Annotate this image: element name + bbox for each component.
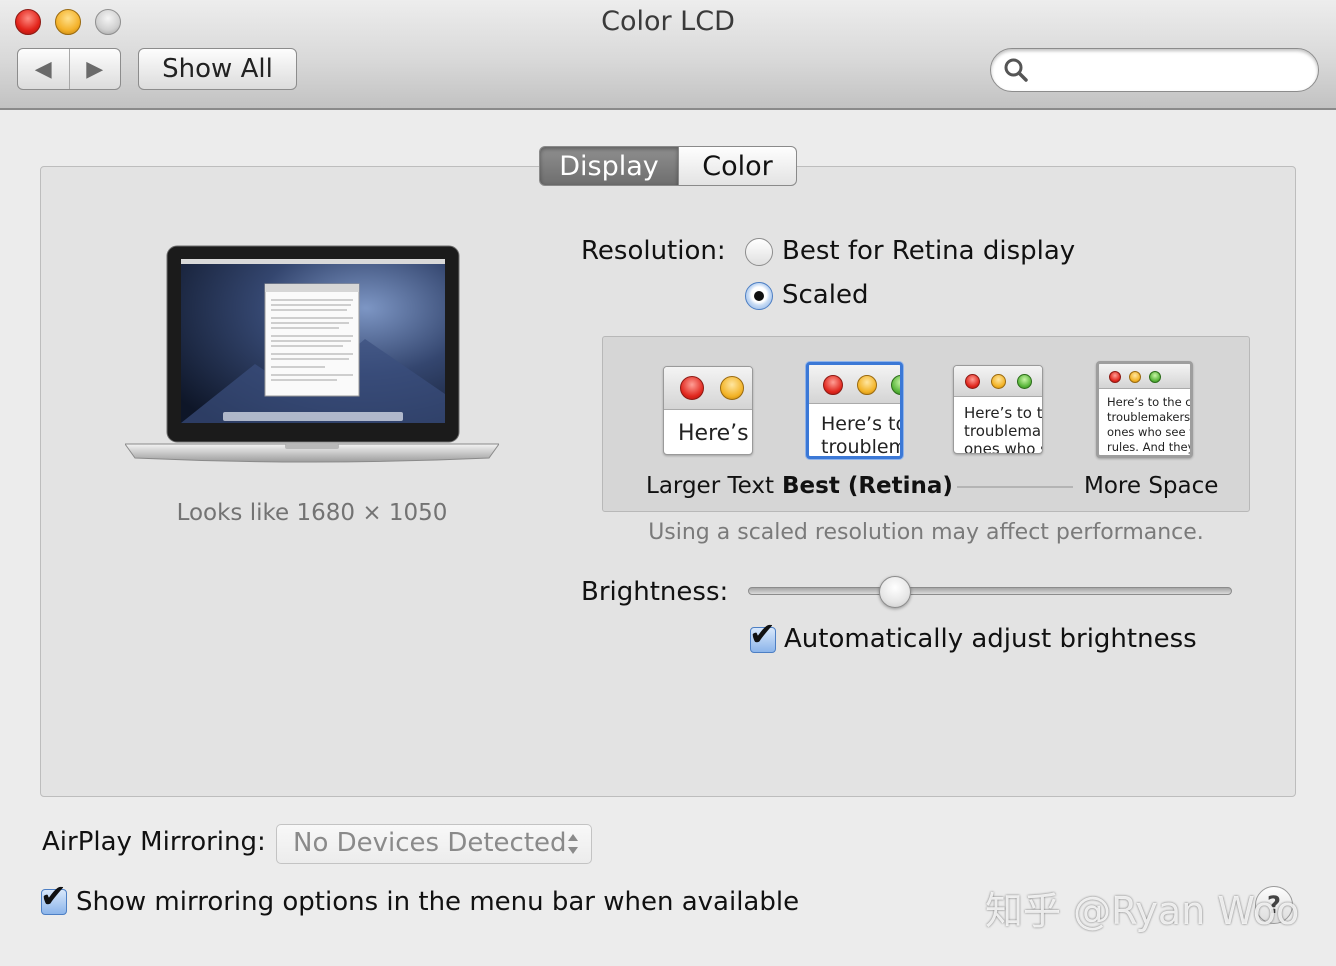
show-all-button[interactable]: Show All [138, 48, 297, 90]
auto-brightness-checkbox[interactable]: ✔ [750, 627, 776, 653]
window-title: Color LCD [0, 6, 1336, 37]
up-down-arrows-icon [567, 832, 579, 856]
back-forward-control: ◀ ▶ [17, 48, 121, 90]
looks-like-label: Looks like 1680 × 1050 [125, 500, 499, 526]
checkmark-icon: ✔ [749, 618, 776, 650]
best-retina-label: Best (Retina) [782, 473, 953, 499]
airplay-selected-value: No Devices Detected [293, 828, 567, 858]
brightness-slider-knob[interactable] [879, 576, 911, 608]
back-arrow-icon: ◀ [35, 57, 52, 82]
preview-text: Here’s to troublem [821, 413, 903, 459]
search-field[interactable] [990, 48, 1319, 92]
preview-text: Here’s [678, 421, 749, 447]
macbook-pro-image [125, 244, 499, 474]
scaled-label[interactable]: Scaled [782, 280, 868, 310]
tab-color[interactable]: Color [679, 146, 797, 186]
brightness-label: Brightness: [581, 577, 728, 607]
show-mirroring-options-checkbox[interactable]: ✔ [41, 889, 67, 915]
airplay-mirroring-label: AirPlay Mirroring: [42, 827, 266, 857]
back-button[interactable]: ◀ [18, 49, 70, 89]
options-divider [957, 486, 1073, 488]
scaled-option-larger-text[interactable]: Here’s [663, 366, 753, 455]
auto-brightness-label[interactable]: Automatically adjust brightness [784, 624, 1197, 654]
watermark-text: 知乎 @Ryan Woo [985, 880, 1299, 935]
preview-text: Here’s to th troublemak ones who s [964, 404, 1043, 454]
brightness-slider-track[interactable] [748, 587, 1232, 595]
forward-arrow-icon: ▶ [86, 57, 103, 82]
scaled-radio[interactable] [745, 282, 773, 310]
tab-display[interactable]: Display [539, 146, 679, 186]
best-for-retina-label[interactable]: Best for Retina display [782, 236, 1075, 266]
magnifier-icon [1003, 57, 1029, 83]
forward-button[interactable]: ▶ [70, 49, 121, 89]
checkmark-icon: ✔ [40, 880, 67, 912]
more-space-label: More Space [1084, 473, 1218, 499]
larger-text-label: Larger Text [646, 473, 774, 499]
search-input[interactable] [1039, 55, 1303, 87]
show-mirroring-options-label[interactable]: Show mirroring options in the menu bar w… [76, 887, 799, 917]
airplay-devices-popup[interactable]: No Devices Detected [276, 824, 592, 864]
scaled-option-best-retina[interactable]: Here’s to troublem [806, 362, 903, 459]
preview-text: Here’s to the cr troublemakers. ones who… [1107, 395, 1193, 455]
best-for-retina-radio[interactable] [745, 238, 773, 266]
resolution-label: Resolution: [581, 236, 726, 266]
window-toolbar: Color LCD ◀ ▶ Show All [0, 0, 1336, 110]
performance-note: Using a scaled resolution may affect per… [602, 520, 1250, 545]
tab-bar: Display Color [539, 146, 797, 186]
scaled-option-more-space[interactable]: Here’s to the cr troublemakers. ones who… [1096, 361, 1193, 458]
scaled-option-3[interactable]: Here’s to th troublemak ones who s [953, 365, 1043, 454]
